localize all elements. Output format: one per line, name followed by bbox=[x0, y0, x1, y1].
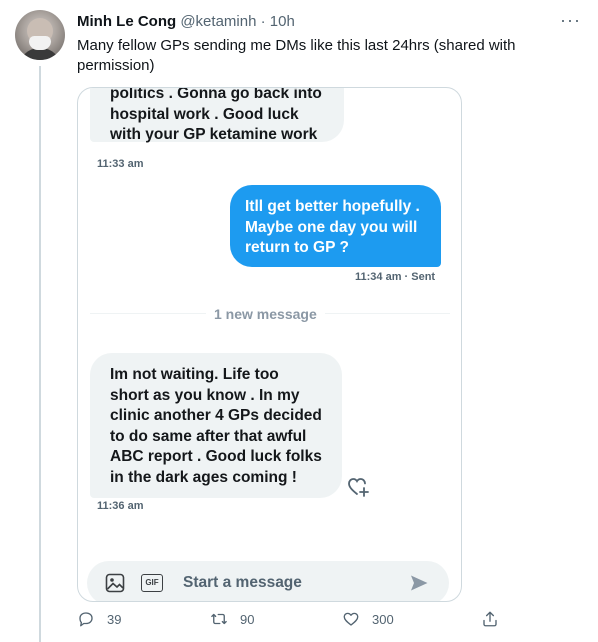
tweet-text: Many fellow GPs sending me DMs like this… bbox=[77, 37, 516, 74]
new-message-label: 1 new message bbox=[206, 306, 325, 322]
dm-line: Itll get better hopefully . bbox=[245, 198, 420, 215]
dm-line: politics . Gonna go back into bbox=[110, 87, 322, 102]
dm-timestamp: 11:36 am bbox=[97, 500, 144, 512]
dm-line: ABC report . Good luck folks bbox=[110, 448, 322, 465]
dm-line: return to GP ? bbox=[245, 239, 349, 256]
tweet-actions: 39 90 300 bbox=[77, 610, 517, 632]
dm-timestamp-sent: 11:34 am · Sent bbox=[355, 271, 436, 283]
share-icon bbox=[483, 611, 497, 627]
more-options-icon[interactable]: ··· bbox=[560, 10, 581, 31]
reply-icon bbox=[79, 612, 93, 627]
like-count: 300 bbox=[372, 611, 394, 627]
heart-icon bbox=[343, 612, 359, 626]
dm-line: in the dark ages coming ! bbox=[110, 468, 297, 486]
dm-bubble-received: politics . Gonna go back into hospital w… bbox=[90, 87, 344, 143]
dm-composer: GIF Start a message bbox=[87, 561, 449, 601]
dm-line: Im not waiting. Life too bbox=[110, 366, 279, 383]
dm-bubble-sent: Itll get better hopefully . Maybe one da… bbox=[230, 185, 441, 267]
reply-button[interactable]: 39 bbox=[77, 610, 121, 628]
dm-timestamp: 11:33 am bbox=[97, 158, 144, 170]
dm-line: clinic another 4 GPs decided bbox=[110, 407, 322, 424]
retweet-button[interactable]: 90 bbox=[210, 610, 254, 628]
share-button[interactable] bbox=[481, 610, 511, 628]
message-placeholder: Start a message bbox=[183, 574, 302, 591]
tweet-header: Minh Le Cong @ketaminh · 10h bbox=[77, 13, 295, 31]
avatar-mask bbox=[29, 36, 51, 50]
thread-line bbox=[39, 66, 41, 642]
tweet-time[interactable]: 10h bbox=[270, 13, 295, 30]
image-icon bbox=[105, 573, 125, 593]
like-button[interactable]: 300 bbox=[342, 610, 394, 628]
gif-icon: GIF bbox=[141, 574, 163, 592]
dm-bubble-received: Im not waiting. Life too short as you kn… bbox=[90, 353, 342, 498]
separator-dot: · bbox=[260, 13, 266, 30]
send-icon bbox=[411, 575, 428, 591]
dm-line: to do same after that awful bbox=[110, 427, 307, 445]
author-name[interactable]: Minh Le Cong bbox=[77, 13, 176, 30]
retweet-count: 90 bbox=[240, 611, 255, 627]
author-handle[interactable]: @ketaminh bbox=[180, 13, 256, 30]
add-reaction-icon bbox=[348, 478, 369, 497]
dm-line: with your GP ketamine work bbox=[110, 126, 318, 143]
dm-screenshot-image[interactable]: politics . Gonna go back into hospital w… bbox=[77, 87, 462, 602]
avatar[interactable] bbox=[15, 10, 65, 60]
retweet-icon bbox=[211, 613, 227, 625]
reply-count: 39 bbox=[107, 611, 122, 627]
dm-line: hospital work . Good luck bbox=[110, 105, 299, 123]
dm-line: Maybe one day you will bbox=[245, 218, 418, 236]
dm-line: short as you know . In my bbox=[110, 386, 300, 404]
